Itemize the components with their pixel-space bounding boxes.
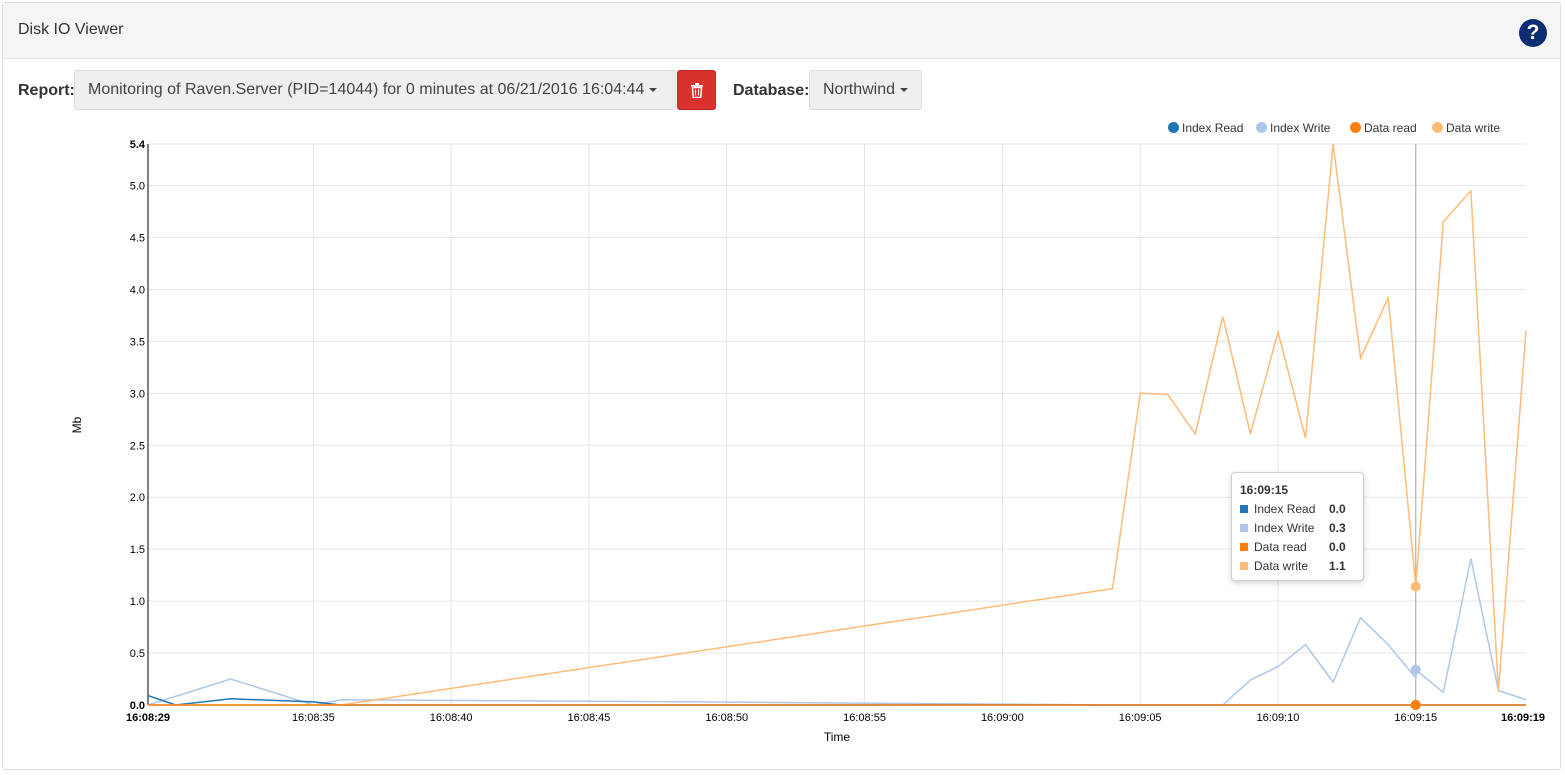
tooltip-series-name: Index Write <box>1254 521 1315 535</box>
tooltip-title: 16:09:15 <box>1240 483 1289 497</box>
y-tick-label: 0.5 <box>130 648 145 660</box>
x-tick-label: 16:08:35 <box>292 712 335 724</box>
y-tick-label: 4.0 <box>130 284 145 296</box>
x-tick-label: 16:08:50 <box>705 712 748 724</box>
x-tick-label: 16:09:19 <box>1501 712 1545 724</box>
tooltip-swatch <box>1240 543 1248 551</box>
y-tick-label: 3.0 <box>130 388 145 400</box>
y-tick-label: 1.0 <box>130 596 145 608</box>
y-tick-label: 2.0 <box>130 492 145 504</box>
y-tick-label: 4.5 <box>130 233 145 245</box>
chart-grid <box>147 143 1526 706</box>
y-tick-label: 5.0 <box>130 181 145 193</box>
tooltip-series-value: 1.1 <box>1329 559 1346 573</box>
y-tick-label: 3.5 <box>130 336 145 348</box>
tooltip-series-name: Data read <box>1254 540 1307 554</box>
tooltip-series-name: Data write <box>1254 559 1309 573</box>
tooltip-row: Index Read 0.0 <box>1240 501 1346 517</box>
x-tick-label: 16:09:00 <box>981 712 1024 724</box>
tooltip-series-value: 0.0 <box>1329 540 1346 554</box>
y-axis-label: Mb <box>70 416 84 433</box>
tooltip-series-value: 0.0 <box>1329 502 1346 516</box>
y-tick-label: 5.4 <box>130 139 146 151</box>
tooltip-row: Index Write 0.3 <box>1240 520 1346 536</box>
tooltip-swatch <box>1240 562 1248 570</box>
x-tick-label: 16:08:40 <box>430 712 473 724</box>
x-tick-label: 16:08:55 <box>843 712 886 724</box>
chart-series <box>147 143 1527 706</box>
y-tick-label: 1.5 <box>130 544 145 556</box>
tooltip-swatch <box>1240 505 1248 513</box>
tooltip-row: Data write 1.1 <box>1240 558 1346 574</box>
tooltip-row: Data read 0.0 <box>1240 539 1346 555</box>
x-tick-label: 16:09:15 <box>1394 712 1437 724</box>
x-tick-label: 16:09:05 <box>1119 712 1162 724</box>
tooltip-swatch <box>1240 524 1248 532</box>
x-tick-label: 16:09:10 <box>1257 712 1300 724</box>
x-tick-label: 16:08:45 <box>568 712 611 724</box>
x-tick-label: 16:08:29 <box>126 712 170 724</box>
y-tick-label: 2.5 <box>130 440 145 452</box>
chart-tooltip: 16:09:15 Index Read 0.0 Index Write 0.3 Da… <box>1231 472 1364 581</box>
tooltip-series-name: Index Read <box>1254 502 1316 516</box>
x-axis-label: Time <box>824 730 851 744</box>
tooltip-series-value: 0.3 <box>1329 521 1346 535</box>
x-axis-ticks: 16:08:29 16:08:35 16:08:40 16:08:45 16:08:50… <box>126 712 1545 724</box>
y-tick-label: 0.0 <box>130 700 145 712</box>
hover-marker <box>1410 700 1421 710</box>
hover-marker <box>1410 581 1421 592</box>
hover-marker <box>1410 664 1421 675</box>
series-line-data-write <box>148 143 1527 706</box>
disk-io-chart: 0.0 0.5 1.0 1.5 2.0 2.5 3.0 3.5 4.0 4.5 5.0 5.4 16:… <box>70 139 1545 744</box>
y-axis-ticks: 0.0 0.5 1.0 1.5 2.0 2.5 3.0 3.5 4.0 4.5 5.0 5.4 <box>130 139 146 712</box>
